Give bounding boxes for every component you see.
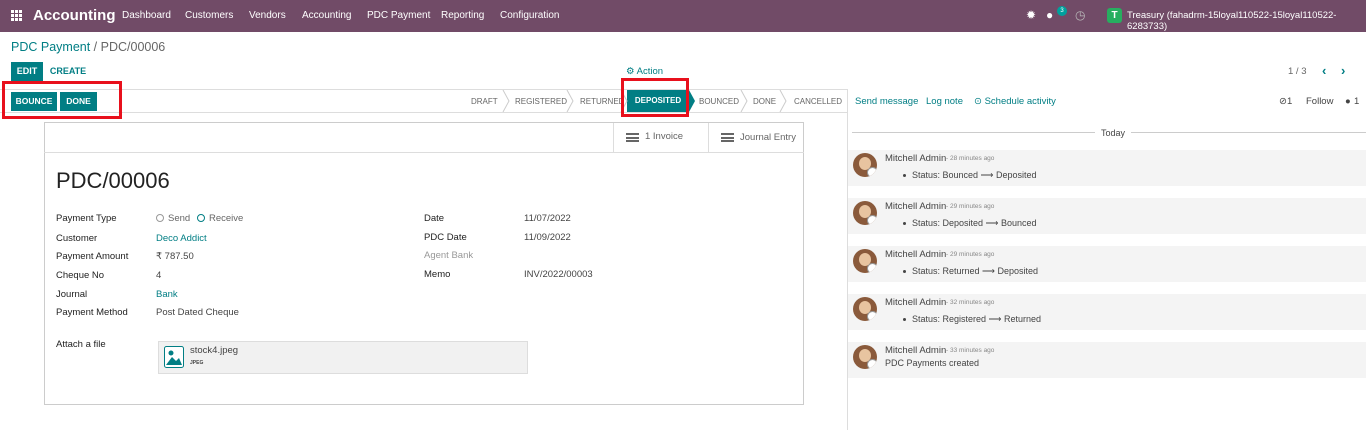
- edit-button[interactable]: EDIT: [11, 62, 43, 81]
- customer-field[interactable]: Deco Addict: [156, 233, 207, 244]
- label-memo: Memo: [424, 269, 451, 280]
- top-navbar: Accounting Dashboard Customers Vendors A…: [0, 0, 1366, 32]
- menu-pdc-payment[interactable]: PDC Payment: [367, 10, 430, 21]
- action-menu[interactable]: ⚙ Action: [626, 66, 663, 77]
- bullet-icon: [903, 270, 906, 273]
- message-body: Status: Returned ⟶ Deposited: [912, 266, 1038, 276]
- message-time: - 29 minutes ago: [946, 251, 995, 258]
- chat-count-badge: 3: [1057, 6, 1067, 16]
- create-button[interactable]: CREATE: [47, 62, 89, 81]
- chat-icon[interactable]: ●: [1046, 8, 1053, 22]
- message-body: Status: Registered ⟶ Returned: [912, 314, 1041, 324]
- message-author[interactable]: Mitchell Admin: [885, 249, 946, 260]
- menu-vendors[interactable]: Vendors: [249, 10, 286, 21]
- label-customer: Customer: [56, 233, 98, 244]
- pager-value: 1 / 3: [1288, 66, 1307, 77]
- menu-dashboard[interactable]: Dashboard: [122, 10, 171, 21]
- send-message-button[interactable]: Send message: [855, 96, 918, 107]
- journal-entry-smart-button[interactable]: Journal Entry: [708, 123, 804, 152]
- bullet-icon: [903, 222, 906, 225]
- log-note-button[interactable]: Log note: [926, 96, 963, 107]
- today-label: Today: [1095, 128, 1132, 138]
- pager-previous-icon[interactable]: ‹: [1322, 63, 1326, 78]
- message-body: PDC Payments created: [885, 358, 980, 368]
- label-payment-type: Payment Type: [56, 213, 117, 224]
- list-icon: [721, 133, 734, 142]
- breadcrumb-parent[interactable]: PDC Payment: [11, 40, 90, 54]
- payment-amount-field[interactable]: ₹ 787.50: [156, 251, 194, 262]
- attachment-name: stock4.jpeg: [190, 345, 239, 356]
- bullet-icon: [903, 318, 906, 321]
- schedule-activity-button[interactable]: ⊙ Schedule activity: [974, 96, 1056, 107]
- avatar[interactable]: [853, 345, 877, 369]
- payment-type-send[interactable]: Send: [156, 213, 190, 224]
- image-file-icon: [164, 346, 184, 368]
- label-pdc-date: PDC Date: [424, 232, 467, 243]
- message-time: - 29 minutes ago: [946, 203, 995, 210]
- message-time: - 33 minutes ago: [946, 347, 995, 354]
- followers-icon[interactable]: ●: [1345, 96, 1351, 107]
- radio-icon: [156, 214, 164, 222]
- avatar[interactable]: [853, 153, 877, 177]
- user-name[interactable]: Treasury (fahadrm-15loyal110522-15loyal1…: [1127, 10, 1366, 32]
- attachment-ext: JPEG: [190, 360, 204, 366]
- message-author[interactable]: Mitchell Admin: [885, 153, 946, 164]
- avatar[interactable]: [853, 249, 877, 273]
- memo-field[interactable]: INV/2022/00003: [524, 269, 593, 280]
- record-title: PDC/00006: [56, 168, 170, 193]
- button-box-divider: [44, 152, 804, 153]
- app-title[interactable]: Accounting: [33, 7, 116, 24]
- cheque-no-field[interactable]: 4: [156, 270, 161, 281]
- stage-chevrons: [502, 90, 787, 112]
- attachment-card[interactable]: stock4.jpeg JPEG: [158, 341, 528, 374]
- attachments-count[interactable]: ⊘1: [1279, 96, 1292, 107]
- message-author[interactable]: Mitchell Admin: [885, 201, 946, 212]
- message-time: - 32 minutes ago: [946, 299, 995, 306]
- payment-method-field[interactable]: Post Dated Cheque: [156, 307, 239, 318]
- label-agent-bank: Agent Bank: [424, 250, 474, 261]
- invoice-smart-button[interactable]: 1 Invoice: [613, 123, 708, 152]
- date-field[interactable]: 11/07/2022: [524, 213, 571, 224]
- message-time: - 28 minutes ago: [946, 155, 995, 162]
- clock-icon[interactable]: ◷: [1075, 8, 1085, 22]
- journal-field[interactable]: Bank: [156, 289, 178, 300]
- payment-type-receive[interactable]: Receive: [197, 213, 243, 224]
- avatar[interactable]: [853, 201, 877, 225]
- highlight-box-stage: [621, 78, 689, 117]
- avatar[interactable]: [853, 297, 877, 321]
- followers-count: 1: [1354, 96, 1360, 107]
- follow-button[interactable]: Follow: [1306, 96, 1333, 107]
- menu-configuration[interactable]: Configuration: [500, 10, 559, 21]
- message-author[interactable]: Mitchell Admin: [885, 297, 946, 308]
- breadcrumb-current: PDC/00006: [100, 40, 166, 54]
- breadcrumb-separator: /: [90, 40, 101, 54]
- label-attach-file: Attach a file: [56, 339, 106, 350]
- menu-accounting[interactable]: Accounting: [302, 10, 351, 21]
- pdc-date-field[interactable]: 11/09/2022: [524, 232, 571, 243]
- journal-smart-label: Journal Entry: [740, 132, 796, 143]
- apps-grid-icon[interactable]: [11, 10, 22, 21]
- breadcrumb: PDC Payment / PDC/00006: [11, 40, 165, 54]
- radio-icon: [197, 214, 205, 222]
- label-payment-amount: Payment Amount: [56, 251, 129, 262]
- menu-customers[interactable]: Customers: [185, 10, 233, 21]
- label-journal: Journal: [56, 289, 88, 300]
- invoice-smart-label: 1 Invoice: [645, 131, 684, 142]
- menu-reporting[interactable]: Reporting: [441, 10, 484, 21]
- bullet-icon: [903, 174, 906, 177]
- message-author[interactable]: Mitchell Admin: [885, 345, 946, 356]
- label-payment-method: Payment Method: [56, 307, 128, 318]
- label-cheque-no: Cheque No: [56, 270, 105, 281]
- user-avatar[interactable]: T: [1107, 8, 1122, 23]
- bug-icon[interactable]: ✹: [1026, 8, 1036, 22]
- list-icon: [626, 133, 639, 142]
- message-body: Status: Deposited ⟶ Bounced: [912, 218, 1037, 228]
- pager-next-icon[interactable]: ›: [1341, 63, 1345, 78]
- message-body: Status: Bounced ⟶ Deposited: [912, 170, 1037, 180]
- label-date: Date: [424, 213, 445, 224]
